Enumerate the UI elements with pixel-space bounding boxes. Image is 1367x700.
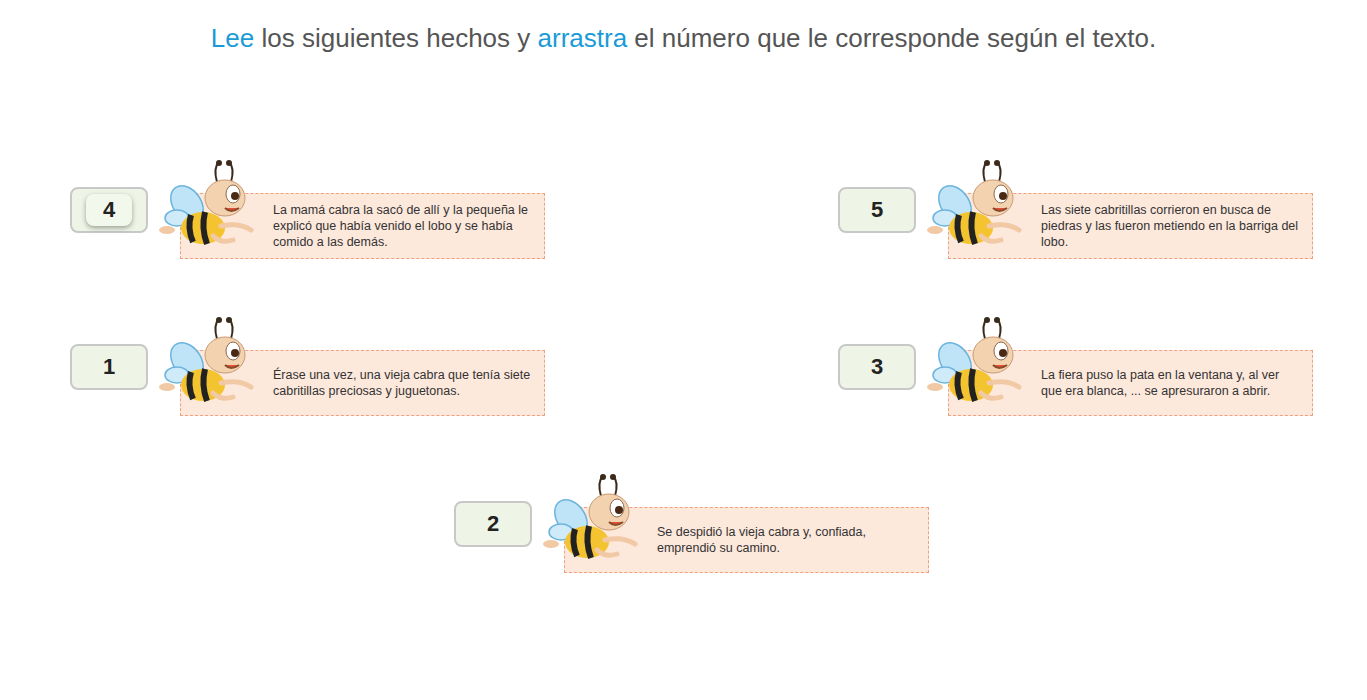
number-chip[interactable]: 4 [86,194,132,226]
bee-icon [927,160,1029,252]
fact-card-wrapper: La fiera puso la pata en la ventana y, a… [927,317,1313,416]
fact-card-wrapper: Se despidió la vieja cabra y, confiada, … [543,474,929,573]
fact-item: 5 Las siete cabritillas corrieron en bus… [838,160,1313,259]
fact-item: 1 Érase una vez, una vieja cabra que ten… [70,317,838,416]
number-slot[interactable]: 3 [838,344,916,390]
number-label[interactable]: 1 [103,354,115,380]
fact-card-wrapper: La mamá cabra la sacó de allí y la peque… [159,160,545,259]
fact-text: Las siete cabritillas corrieron en busca… [1041,202,1302,250]
number-label[interactable]: 2 [487,511,499,537]
instruction-part: arrastra [538,23,628,53]
instruction: Lee los siguientes hechos y arrastra el … [0,0,1367,56]
instruction-part: el número que le corresponde según el te… [627,23,1156,53]
number-slot[interactable]: 1 [70,344,148,390]
instruction-part: los siguientes hechos y [254,23,537,53]
instruction-part: Lee [211,23,254,53]
facts-grid: 4 La mamá cabra la sacó de allí y la peq… [0,56,1367,573]
fact-text: La mamá cabra la sacó de allí y la peque… [273,202,534,250]
fact-item: 3 La fiera puso la pata en la ventana y,… [838,317,1313,416]
number-label[interactable]: 5 [871,197,883,223]
fact-text: Érase una vez, una vieja cabra que tenía… [273,367,534,399]
fact-item: 2 Se despidió la vieja cabra y, confiada… [454,474,929,573]
activity-page: Lee los siguientes hechos y arrastra el … [0,0,1367,700]
bee-icon [159,160,261,252]
number-label[interactable]: 3 [871,354,883,380]
number-slot[interactable]: 4 [70,187,148,233]
number-slot[interactable]: 5 [838,187,916,233]
bee-icon [159,317,261,409]
bee-icon [543,474,645,566]
fact-card-wrapper: Las siete cabritillas corrieron en busca… [927,160,1313,259]
fact-text: La fiera puso la pata en la ventana y, a… [1041,367,1302,399]
fact-card-wrapper: Érase una vez, una vieja cabra que tenía… [159,317,545,416]
fact-text: Se despidió la vieja cabra y, confiada, … [657,524,918,556]
fact-item: 4 La mamá cabra la sacó de allí y la peq… [70,160,838,259]
number-slot[interactable]: 2 [454,501,532,547]
bee-icon [927,317,1029,409]
